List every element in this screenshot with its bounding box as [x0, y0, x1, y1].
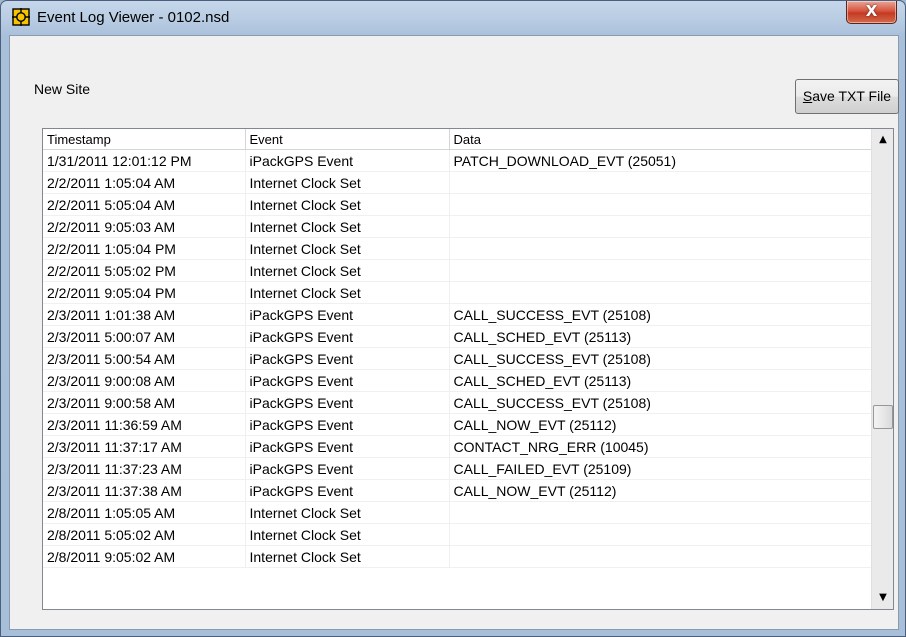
cell-event: iPackGPS Event — [245, 479, 450, 502]
save-txt-file-button[interactable]: Save TXT File — [795, 79, 899, 114]
cell-data — [449, 193, 871, 216]
cell-event: Internet Clock Set — [245, 259, 450, 282]
table-row[interactable]: 2/8/2011 9:05:02 AM Internet Clock Set — [43, 545, 871, 568]
cell-data: CALL_SUCCESS_EVT (25108) — [449, 391, 871, 414]
table-row[interactable]: 2/2/2011 1:05:04 PM Internet Clock Set — [43, 237, 871, 260]
close-icon: X — [865, 2, 878, 20]
cell-data — [449, 501, 871, 524]
scroll-down-arrow-icon[interactable]: ▼ — [873, 588, 893, 608]
cell-data — [449, 281, 871, 304]
cell-timestamp: 2/8/2011 9:05:02 AM — [43, 545, 246, 568]
cell-event: Internet Clock Set — [245, 281, 450, 304]
cell-timestamp: 2/3/2011 5:00:07 AM — [43, 325, 246, 348]
column-header-timestamp[interactable]: Timestamp — [43, 129, 246, 150]
cell-timestamp: 2/3/2011 5:00:54 AM — [43, 347, 246, 370]
title-bar[interactable]: Event Log Viewer - 0102.nsd X — [1, 1, 905, 35]
cell-timestamp: 2/8/2011 1:05:05 AM — [43, 501, 246, 524]
table-row[interactable]: 2/3/2011 5:00:07 AM iPackGPS Event CALL_SC… — [43, 325, 871, 348]
cell-timestamp: 2/3/2011 1:01:38 AM — [43, 303, 246, 326]
column-header-data[interactable]: Data — [449, 129, 871, 150]
cell-timestamp: 2/2/2011 1:05:04 PM — [43, 237, 246, 260]
close-button[interactable]: X — [846, 1, 897, 24]
scroll-up-arrow-icon[interactable]: ▲ — [873, 130, 893, 150]
table-row[interactable]: 2/2/2011 9:05:03 AM Internet Clock Set — [43, 215, 871, 238]
cell-event: Internet Clock Set — [245, 237, 450, 260]
table-row[interactable]: 2/3/2011 11:37:17 AM iPackGPS Event CONTAC… — [43, 435, 871, 458]
table-row[interactable]: 2/2/2011 5:05:02 PM Internet Clock Set — [43, 259, 871, 282]
cell-timestamp: 2/8/2011 5:05:02 AM — [43, 523, 246, 546]
cell-data: CALL_FAILED_EVT (25109) — [449, 457, 871, 480]
cell-event: iPackGPS Event — [245, 413, 450, 436]
table-row[interactable]: 2/3/2011 11:37:38 AM iPackGPS Event CALL_N… — [43, 479, 871, 502]
cell-event: Internet Clock Set — [245, 501, 450, 524]
cell-event: Internet Clock Set — [245, 215, 450, 238]
cell-data: CALL_NOW_EVT (25112) — [449, 479, 871, 502]
scrollbar-thumb[interactable] — [873, 405, 893, 429]
column-header-event[interactable]: Event — [245, 129, 450, 150]
app-icon — [12, 8, 30, 26]
cell-timestamp: 2/2/2011 5:05:04 AM — [43, 193, 246, 216]
event-table: Timestamp Event Data 1/31/2011 12:01:12 … — [43, 129, 871, 568]
cell-data: CALL_SUCCESS_EVT (25108) — [449, 347, 871, 370]
cell-data: CALL_SCHED_EVT (25113) — [449, 369, 871, 392]
cell-data — [449, 259, 871, 282]
cell-data — [449, 523, 871, 546]
cell-timestamp: 2/3/2011 11:36:59 AM — [43, 413, 246, 436]
cell-data — [449, 171, 871, 194]
table-body: 1/31/2011 12:01:12 PM iPackGPS Event PATCH… — [43, 149, 871, 568]
table-row[interactable]: 1/31/2011 12:01:12 PM iPackGPS Event PATCH… — [43, 149, 871, 172]
cell-event: iPackGPS Event — [245, 347, 450, 370]
table-row[interactable]: 2/3/2011 9:00:08 AM iPackGPS Event CALL_SC… — [43, 369, 871, 392]
cell-data — [449, 545, 871, 568]
table-row[interactable]: 2/3/2011 5:00:54 AM iPackGPS Event CALL_SU… — [43, 347, 871, 370]
cell-data: CONTACT_NRG_ERR (10045) — [449, 435, 871, 458]
cell-event: iPackGPS Event — [245, 435, 450, 458]
cell-timestamp: 1/31/2011 12:01:12 PM — [43, 149, 246, 172]
cell-timestamp: 2/2/2011 9:05:03 AM — [43, 215, 246, 238]
cell-data: CALL_SCHED_EVT (25113) — [449, 325, 871, 348]
cell-event: iPackGPS Event — [245, 369, 450, 392]
client-area: New Site Save TXT File Timestamp Event D… — [9, 35, 899, 630]
table-row[interactable]: 2/3/2011 11:37:23 AM iPackGPS Event CALL_F… — [43, 457, 871, 480]
cell-timestamp: 2/2/2011 5:05:02 PM — [43, 259, 246, 282]
table-header-row: Timestamp Event Data — [43, 129, 871, 150]
site-name-label: New Site — [34, 81, 91, 97]
table-row[interactable]: 2/3/2011 9:00:58 AM iPackGPS Event CALL_SU… — [43, 391, 871, 414]
cell-data: CALL_NOW_EVT (25112) — [449, 413, 871, 436]
cell-event: iPackGPS Event — [245, 149, 450, 172]
table-row[interactable]: 2/3/2011 11:36:59 AM iPackGPS Event CALL_N… — [43, 413, 871, 436]
table-row[interactable]: 2/2/2011 1:05:04 AM Internet Clock Set — [43, 171, 871, 194]
cell-event: iPackGPS Event — [245, 303, 450, 326]
event-log-viewer-window: Event Log Viewer - 0102.nsd X New Site S… — [0, 0, 906, 637]
cell-event: iPackGPS Event — [245, 457, 450, 480]
cell-event: Internet Clock Set — [245, 523, 450, 546]
cell-timestamp: 2/3/2011 11:37:17 AM — [43, 435, 246, 458]
window-title: Event Log Viewer - 0102.nsd — [37, 9, 230, 26]
table-row[interactable]: 2/3/2011 1:01:38 AM iPackGPS Event CALL_SU… — [43, 303, 871, 326]
cell-timestamp: 2/3/2011 11:37:38 AM — [43, 479, 246, 502]
cell-data: CALL_SUCCESS_EVT (25108) — [449, 303, 871, 326]
vertical-scrollbar[interactable]: ▲ ▼ — [871, 129, 893, 609]
cell-event: iPackGPS Event — [245, 325, 450, 348]
event-list-view[interactable]: Timestamp Event Data 1/31/2011 12:01:12 … — [42, 128, 894, 610]
cell-event: Internet Clock Set — [245, 171, 450, 194]
cell-timestamp: 2/3/2011 11:37:23 AM — [43, 457, 246, 480]
cell-timestamp: 2/3/2011 9:00:58 AM — [43, 391, 246, 414]
cell-data: PATCH_DOWNLOAD_EVT (25051) — [449, 149, 871, 172]
cell-event: iPackGPS Event — [245, 391, 450, 414]
cell-data — [449, 215, 871, 238]
cell-data — [449, 237, 871, 260]
cell-event: Internet Clock Set — [245, 545, 450, 568]
table-row[interactable]: 2/8/2011 5:05:02 AM Internet Clock Set — [43, 523, 871, 546]
table-row[interactable]: 2/2/2011 5:05:04 AM Internet Clock Set — [43, 193, 871, 216]
cell-event: Internet Clock Set — [245, 193, 450, 216]
save-button-accelerator: S — [802, 88, 813, 104]
table-row[interactable]: 2/2/2011 9:05:04 PM Internet Clock Set — [43, 281, 871, 304]
cell-timestamp: 2/3/2011 9:00:08 AM — [43, 369, 246, 392]
cell-timestamp: 2/2/2011 9:05:04 PM — [43, 281, 246, 304]
table-row[interactable]: 2/8/2011 1:05:05 AM Internet Clock Set — [43, 501, 871, 524]
save-button-label: ave TXT File — [812, 88, 892, 104]
cell-timestamp: 2/2/2011 1:05:04 AM — [43, 171, 246, 194]
